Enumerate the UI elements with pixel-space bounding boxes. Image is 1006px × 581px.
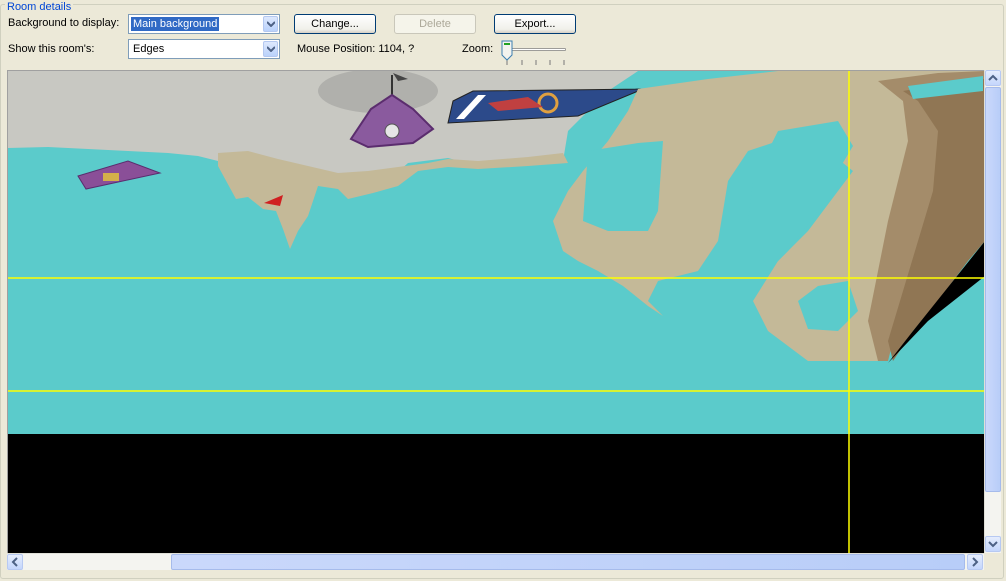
scroll-corner: [984, 553, 1001, 570]
room-canvas[interactable]: [7, 70, 1001, 569]
room-background-image[interactable]: [8, 71, 985, 554]
scroll-down-icon[interactable]: [985, 536, 1001, 552]
export-button[interactable]: Export...: [494, 14, 576, 34]
zoom-label: Zoom:: [462, 43, 494, 55]
dropdown-arrow-icon[interactable]: [263, 16, 278, 32]
show-select-value: Edges: [133, 43, 165, 55]
horizontal-scroll-thumb[interactable]: [171, 554, 965, 570]
background-label: Background to display:: [8, 17, 120, 29]
background-select[interactable]: Main background: [128, 14, 280, 34]
change-button[interactable]: Change...: [294, 14, 376, 34]
zoom-slider[interactable]: [500, 40, 570, 68]
mouse-position: Mouse Position: 1104, ?: [297, 43, 415, 55]
delete-button[interactable]: Delete: [394, 14, 476, 34]
zoom-track: [504, 48, 566, 51]
scroll-up-icon[interactable]: [985, 70, 1001, 86]
scroll-right-icon[interactable]: [967, 554, 983, 570]
group-title: Room details: [5, 1, 74, 13]
show-label: Show this room's:: [8, 43, 95, 55]
show-select[interactable]: Edges: [128, 39, 280, 59]
background-select-value: Main background: [131, 17, 220, 31]
horizontal-scrollbar[interactable]: [7, 553, 984, 570]
zoom-thumb[interactable]: [501, 40, 513, 62]
zoom-ticks: [506, 60, 565, 65]
scroll-left-icon[interactable]: [7, 554, 23, 570]
vertical-scroll-thumb[interactable]: [985, 87, 1001, 492]
vertical-scrollbar[interactable]: [984, 70, 1001, 553]
dropdown-arrow-icon[interactable]: [263, 41, 278, 57]
